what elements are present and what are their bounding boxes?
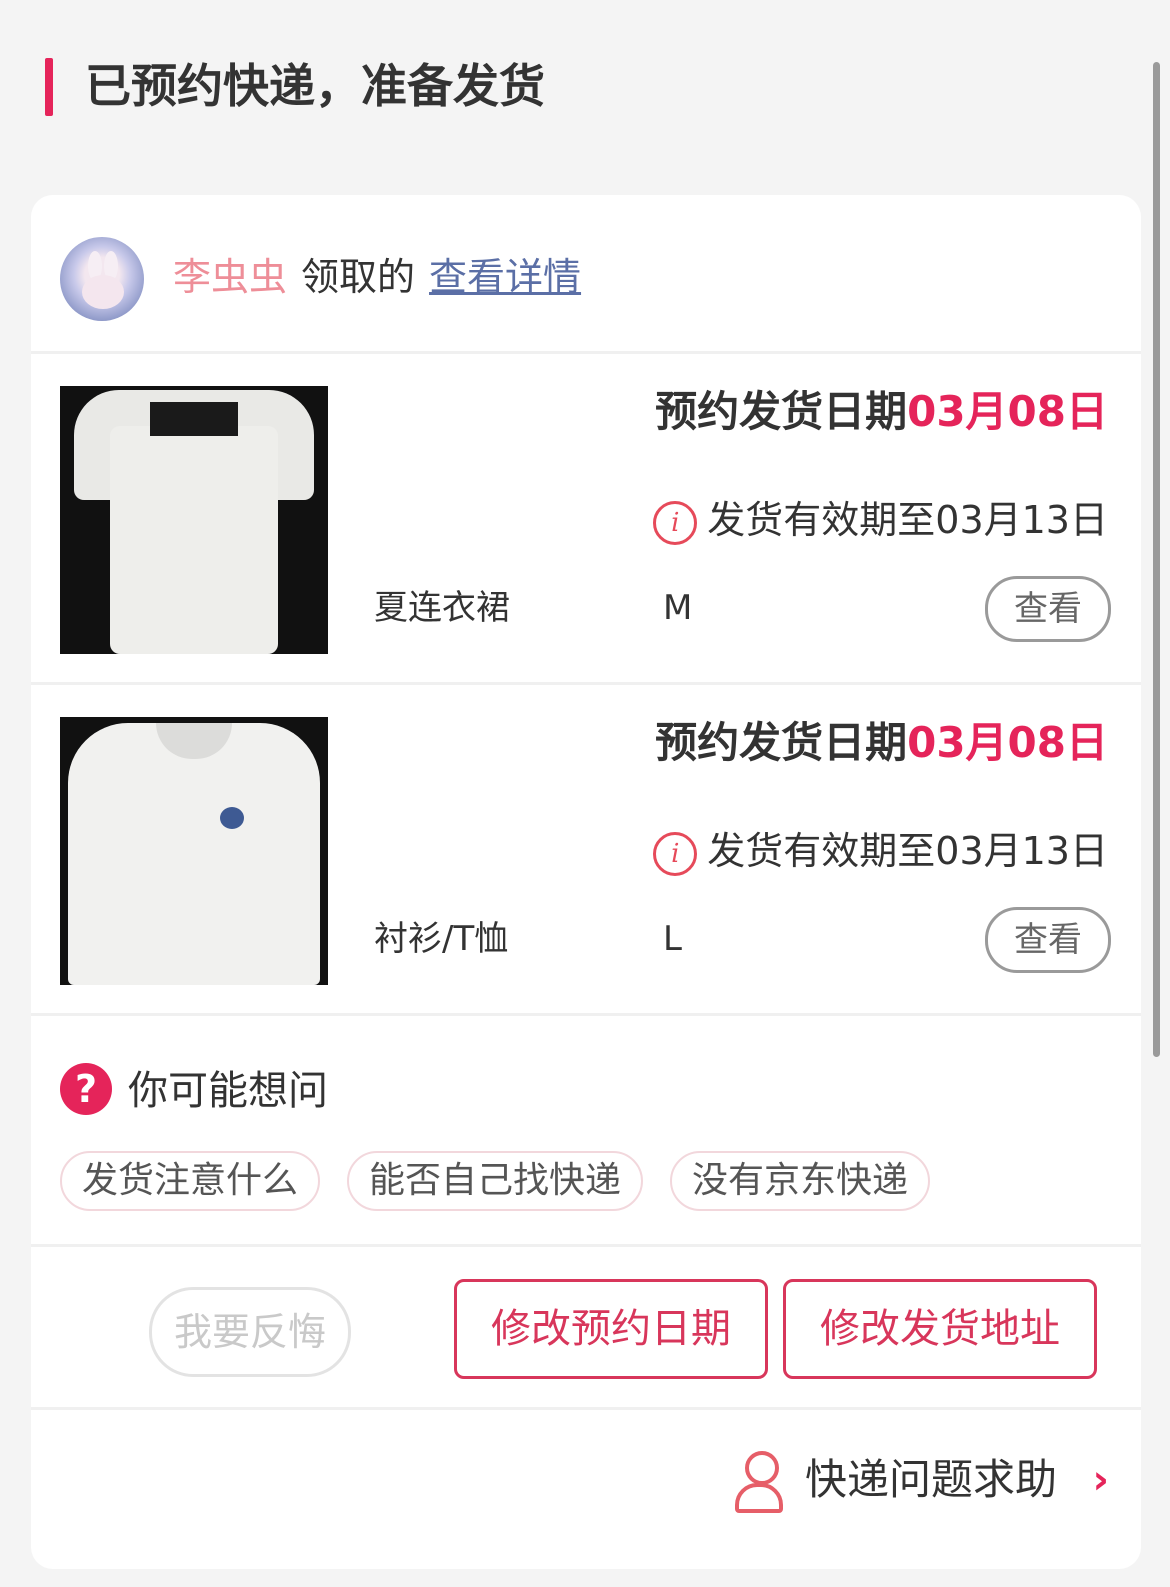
claim-label: 领取的 xyxy=(301,255,416,299)
faq-chip[interactable]: 发货注意什么 xyxy=(60,1151,321,1211)
info-icon[interactable]: i xyxy=(653,831,698,876)
view-details-link[interactable]: 查看详情 xyxy=(429,255,581,299)
faq-chip[interactable]: 没有京东快递 xyxy=(670,1151,931,1211)
order-item: 预约发货日期03月08日 i 发货有效期至03月13日 衬衫/T恤 L 查看 xyxy=(31,685,1141,1015)
item-image-dress[interactable] xyxy=(60,386,328,654)
item-size: L xyxy=(663,919,682,959)
item-image-shirt[interactable] xyxy=(60,717,328,985)
schedule-date: 预约发货日期03月08日 xyxy=(655,387,1108,436)
validity-text: i 发货有效期至03月13日 xyxy=(653,492,1108,548)
item-name: 衬衫/T恤 xyxy=(374,919,509,959)
status-accent-bar xyxy=(45,58,53,116)
divider xyxy=(31,1407,1141,1410)
person-icon xyxy=(733,1451,785,1513)
view-button[interactable]: 查看 xyxy=(985,576,1111,642)
claim-row: 李虫虫 领取的 查看详情 xyxy=(31,195,1141,355)
order-item: 预约发货日期03月08日 i 发货有效期至03月13日 夏连衣裙 M 查看 xyxy=(31,354,1141,684)
claim-text: 李虫虫 领取的 查看详情 xyxy=(173,251,581,303)
view-button[interactable]: 查看 xyxy=(985,907,1111,973)
divider xyxy=(31,1244,1141,1247)
divider xyxy=(31,1013,1141,1016)
page-scrollbar[interactable] xyxy=(1153,62,1160,1057)
regret-button[interactable]: 我要反悔 xyxy=(149,1287,351,1377)
order-card: 李虫虫 领取的 查看详情 预约发货日期03月08日 i 发货有效期至03月13日 夏连… xyxy=(31,195,1141,1569)
item-size: M xyxy=(663,588,693,628)
faq-section: ? 你可能想问 发货注意什么 能否自己找快递 没有京东快递 xyxy=(31,1018,1141,1246)
chevron-right-icon: › xyxy=(1092,1457,1109,1503)
question-icon: ? xyxy=(60,1063,112,1115)
info-icon[interactable]: i xyxy=(653,500,698,545)
avatar xyxy=(60,237,144,321)
action-bar: 我要反悔 修改预约日期 修改发货地址 xyxy=(31,1249,1141,1409)
item-name: 夏连衣裙 xyxy=(374,588,510,628)
faq-chip[interactable]: 能否自己找快递 xyxy=(347,1151,644,1211)
change-date-button[interactable]: 修改预约日期 xyxy=(454,1279,768,1379)
status-title: 已预约快递，准备发货 xyxy=(85,59,545,113)
validity-text: i 发货有效期至03月13日 xyxy=(653,823,1108,879)
schedule-date: 预约发货日期03月08日 xyxy=(655,718,1108,767)
change-address-button[interactable]: 修改发货地址 xyxy=(783,1279,1097,1379)
faq-title: 你可能想问 xyxy=(128,1068,328,1114)
claimer-name: 李虫虫 xyxy=(173,255,288,299)
help-label: 快递问题求助 xyxy=(805,1455,1058,1504)
courier-help-link[interactable]: 快递问题求助 › xyxy=(733,1447,1109,1517)
